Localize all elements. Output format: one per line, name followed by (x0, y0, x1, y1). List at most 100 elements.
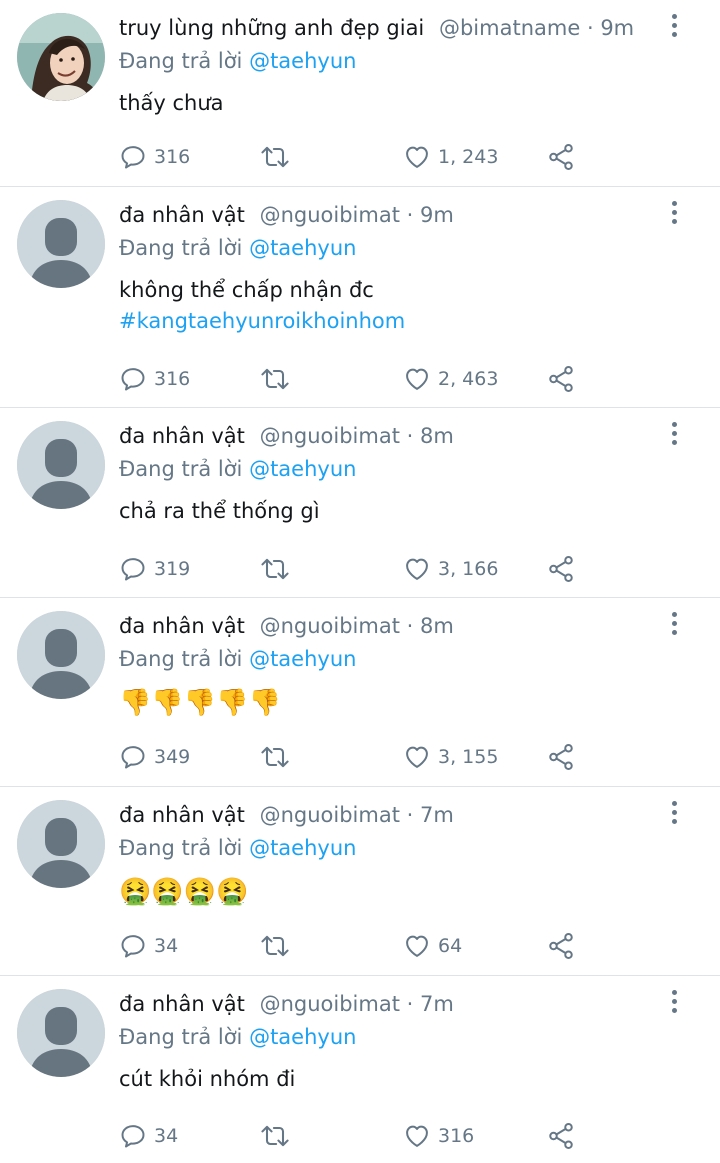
reply-icon (121, 368, 145, 391)
retweet-button[interactable] (259, 553, 291, 585)
display-name[interactable]: truy lùng những anh đẹp giai (119, 16, 424, 40)
share-button[interactable] (546, 741, 576, 773)
reply-context: Đang trả lời @taehyun (119, 833, 660, 863)
mention-link[interactable]: @taehyun (249, 457, 356, 481)
reply-button[interactable]: 34 (119, 1120, 178, 1152)
display-name[interactable]: đa nhân vật (119, 424, 245, 448)
tweet[interactable]: đa nhân vật @nguoibimat · 7m Đang trả lờ… (0, 787, 720, 976)
share-button[interactable] (546, 141, 576, 173)
tweet-text: không thể chấp nhận đc #kangtaehyunroikh… (119, 275, 660, 337)
display-name[interactable]: đa nhân vật (119, 203, 245, 227)
heart-icon (406, 368, 428, 390)
like-button[interactable]: 3, 166 (403, 553, 498, 585)
like-count: 3, 166 (438, 558, 499, 580)
reply-icon (121, 1125, 145, 1148)
timestamp[interactable]: 9m (600, 16, 634, 40)
like-button[interactable]: 1, 243 (403, 141, 498, 173)
user-handle[interactable]: @nguoibimat (260, 203, 400, 227)
tweet-header: đa nhân vật @nguoibimat · 7m (119, 800, 660, 830)
tweet-actions: 319 3, 166 (119, 553, 660, 585)
hashtag-link[interactable]: #kangtaehyunroikhoinhom (119, 306, 660, 337)
reply-context: Đang trả lời @taehyun (119, 644, 660, 674)
timestamp[interactable]: 7m (420, 992, 454, 1016)
share-button[interactable] (546, 930, 576, 962)
tweet[interactable]: đa nhân vật @nguoibimat · 7m Đang trả lờ… (0, 976, 720, 1163)
more-icon[interactable] (666, 14, 682, 42)
tweet[interactable]: đa nhân vật @nguoibimat · 8m Đang trả lờ… (0, 408, 720, 598)
reply-prefix: Đang trả lời (119, 1025, 243, 1049)
reply-prefix: Đang trả lời (119, 457, 243, 481)
retweet-button[interactable] (259, 741, 291, 773)
display-name[interactable]: đa nhân vật (119, 803, 245, 827)
more-icon[interactable] (666, 422, 682, 450)
display-name[interactable]: đa nhân vật (119, 614, 245, 638)
mention-link[interactable]: @taehyun (249, 647, 356, 671)
display-name[interactable]: đa nhân vật (119, 992, 245, 1016)
reply-button[interactable]: 319 (119, 553, 190, 585)
like-count: 3, 155 (438, 746, 499, 768)
timestamp[interactable]: 9m (420, 203, 454, 227)
avatar[interactable] (17, 200, 105, 288)
user-handle[interactable]: @nguoibimat (260, 424, 400, 448)
reply-button[interactable]: 316 (119, 141, 190, 173)
like-button[interactable]: 3, 155 (403, 741, 498, 773)
tweet-text: cút khỏi nhóm đi (119, 1067, 296, 1091)
tweet-actions: 349 3, 155 (119, 741, 660, 773)
timestamp[interactable]: 8m (420, 614, 454, 638)
tweet-header: đa nhân vật @nguoibimat · 8m (119, 421, 660, 451)
timestamp[interactable]: 7m (420, 803, 454, 827)
user-handle[interactable]: @bimatname (439, 16, 580, 40)
tweet-text: thấy chưa (119, 91, 224, 115)
default-avatar-icon (17, 989, 105, 1077)
user-handle[interactable]: @nguoibimat (260, 614, 400, 638)
mention-link[interactable]: @taehyun (249, 836, 356, 860)
more-icon[interactable] (666, 990, 682, 1018)
avatar[interactable] (17, 611, 105, 699)
tweet[interactable]: đa nhân vật @nguoibimat · 9m Đang trả lờ… (0, 187, 720, 408)
tweet[interactable]: truy lùng những anh đẹp giai @bimatname … (0, 0, 720, 187)
retweet-button[interactable] (259, 363, 291, 395)
avatar[interactable] (17, 800, 105, 888)
mention-link[interactable]: @taehyun (249, 236, 356, 260)
avatar[interactable] (17, 421, 105, 509)
retweet-button[interactable] (259, 930, 291, 962)
like-button[interactable]: 2, 463 (403, 363, 498, 395)
like-button[interactable]: 64 (403, 930, 462, 962)
avatar[interactable] (17, 13, 105, 101)
share-button[interactable] (546, 363, 576, 395)
profile-photo (17, 13, 105, 101)
share-icon (549, 1123, 573, 1149)
share-button[interactable] (546, 1120, 576, 1152)
mention-link[interactable]: @taehyun (249, 49, 356, 73)
tweet-actions: 316 2, 463 (119, 363, 660, 395)
tweet-text: 🤮🤮🤮🤮 (119, 877, 249, 907)
reply-prefix: Đang trả lời (119, 647, 243, 671)
reply-icon (121, 146, 145, 169)
reply-button[interactable]: 316 (119, 363, 190, 395)
like-count: 64 (438, 935, 463, 957)
reply-prefix: Đang trả lời (119, 836, 243, 860)
reply-button[interactable]: 34 (119, 930, 178, 962)
retweet-button[interactable] (259, 141, 291, 173)
timestamp[interactable]: 8m (420, 424, 454, 448)
user-handle[interactable]: @nguoibimat (260, 992, 400, 1016)
share-button[interactable] (546, 553, 576, 585)
heart-icon (406, 935, 428, 957)
more-icon[interactable] (666, 612, 682, 640)
default-avatar-icon (17, 611, 105, 699)
like-count: 2, 463 (438, 368, 499, 390)
tweet[interactable]: đa nhân vật @nguoibimat · 8m Đang trả lờ… (0, 598, 720, 787)
like-button[interactable]: 316 (403, 1120, 474, 1152)
heart-icon (406, 1125, 428, 1147)
reply-count: 34 (154, 1125, 179, 1147)
tweet-actions: 34 64 (119, 930, 660, 962)
retweet-button[interactable] (259, 1120, 291, 1152)
retweet-icon (261, 146, 289, 168)
avatar[interactable] (17, 989, 105, 1077)
user-handle[interactable]: @nguoibimat (260, 803, 400, 827)
more-icon[interactable] (666, 801, 682, 829)
mention-link[interactable]: @taehyun (249, 1025, 356, 1049)
reply-button[interactable]: 349 (119, 741, 190, 773)
more-icon[interactable] (666, 201, 682, 229)
heart-icon (406, 558, 428, 580)
